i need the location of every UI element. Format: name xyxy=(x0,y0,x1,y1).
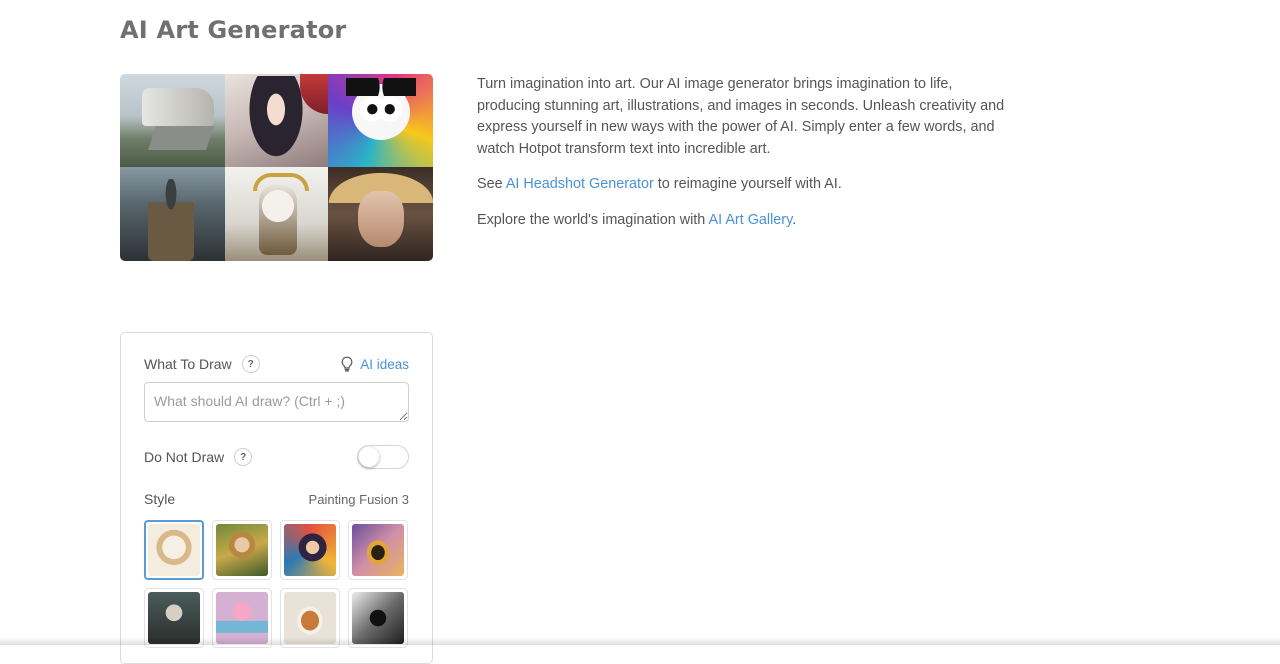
art-gallery-link[interactable]: AI Art Gallery xyxy=(709,212,793,228)
collage-panda-image xyxy=(328,74,433,167)
style-option-bee[interactable] xyxy=(348,520,408,580)
explore-prefix: Explore the world's imagination with xyxy=(477,211,709,228)
style-grid xyxy=(144,520,411,648)
collage-golden-bull-image xyxy=(225,167,328,261)
collage-anime-girl-image xyxy=(225,74,328,167)
headshot-generator-link[interactable]: AI Headshot Generator xyxy=(506,176,654,192)
style-label: Style xyxy=(144,491,176,507)
what-to-draw-help-icon[interactable]: ? xyxy=(241,355,260,373)
style-option-woman-hat[interactable] xyxy=(280,520,340,580)
wolf-thumbnail-image xyxy=(148,524,200,576)
do-not-draw-help-icon[interactable]: ? xyxy=(234,448,253,466)
girl-flowers-thumbnail-image xyxy=(216,524,268,576)
do-not-draw-toggle[interactable] xyxy=(357,445,409,469)
intro-text: Turn imagination into art. Our AI image … xyxy=(477,74,1017,245)
generator-form-panel: What To Draw ? AI ideas Do Not Draw ? St… xyxy=(120,332,433,664)
do-not-draw-row: Do Not Draw ? xyxy=(144,445,409,469)
headshot-paragraph: See AI Headshot Generator to reimagine y… xyxy=(477,174,1017,196)
collage-robot-soldier-image xyxy=(120,167,225,261)
ai-ideas-button[interactable]: AI ideas xyxy=(340,356,409,372)
prompt-input[interactable] xyxy=(144,382,409,422)
see-suffix: to reimagine yourself with AI. xyxy=(653,176,842,192)
selected-style-name: Painting Fusion 3 xyxy=(308,491,409,507)
see-prefix: See xyxy=(477,176,506,192)
woman-hat-thumbnail-image xyxy=(284,524,336,576)
explore-suffix: . xyxy=(792,211,797,228)
what-to-draw-row: What To Draw ? AI ideas xyxy=(144,355,409,373)
bee-thumbnail-image xyxy=(352,524,404,576)
what-to-draw-label: What To Draw xyxy=(144,356,232,372)
collage-old-woman-image xyxy=(328,167,433,261)
hero-image-collage xyxy=(120,74,433,261)
toggle-knob xyxy=(359,447,379,467)
style-row: Style Painting Fusion 3 xyxy=(144,491,409,507)
collage-architecture-image xyxy=(120,74,225,167)
intro-paragraph: Turn imagination into art. Our AI image … xyxy=(477,76,1005,157)
style-option-wolf[interactable] xyxy=(144,520,204,580)
lightbulb-icon xyxy=(341,356,353,372)
do-not-draw-label: Do Not Draw xyxy=(144,449,225,465)
bottom-edge-shadow xyxy=(0,637,1280,645)
style-option-girl-flowers[interactable] xyxy=(212,520,272,580)
ai-ideas-label: AI ideas xyxy=(360,356,409,372)
gallery-paragraph: Explore the world's imagination with AI … xyxy=(477,210,1017,232)
page-title: AI Art Generator xyxy=(120,16,347,44)
